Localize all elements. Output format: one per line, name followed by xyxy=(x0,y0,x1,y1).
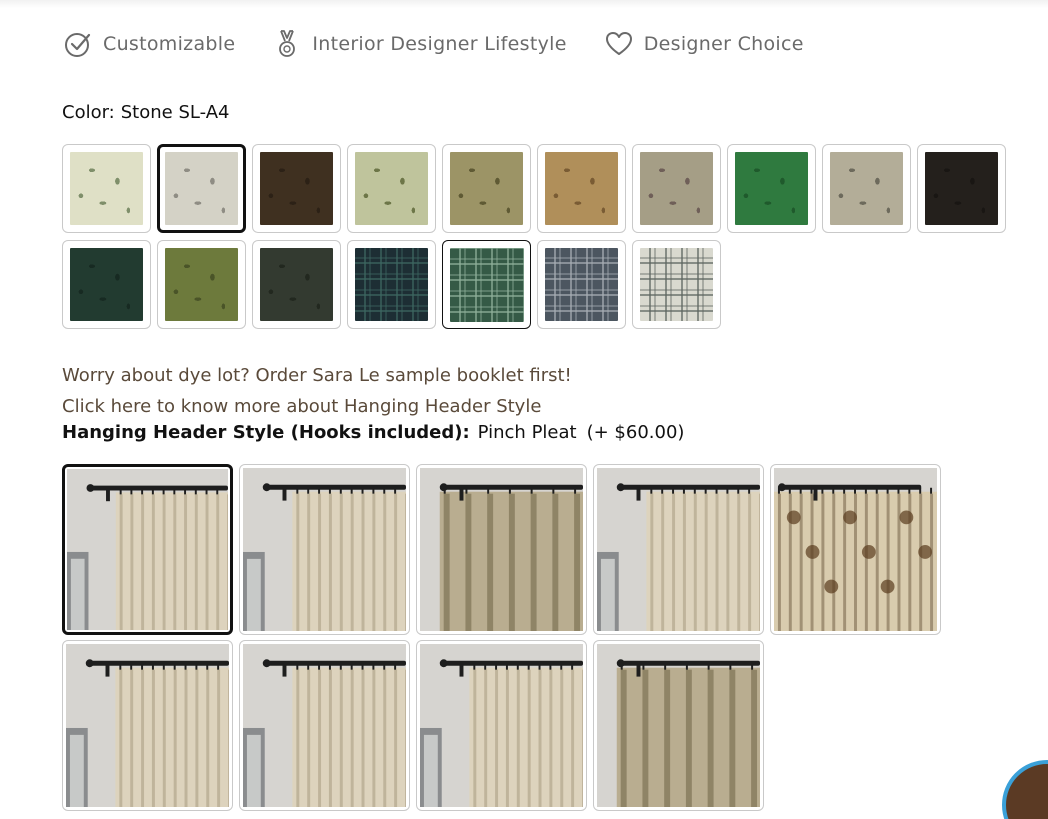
color-swatch[interactable] xyxy=(157,144,246,233)
feature-customizable: Customizable xyxy=(62,28,235,60)
color-swatch[interactable] xyxy=(822,144,911,233)
color-swatch[interactable] xyxy=(62,144,151,233)
curtain-preview-image xyxy=(67,469,228,630)
check-circle-icon xyxy=(62,28,94,60)
color-selection-label: Color: Stone SL-A4 xyxy=(62,102,229,123)
header-style-option[interactable] xyxy=(62,464,233,635)
fabric-sample xyxy=(640,152,713,225)
color-swatch[interactable] xyxy=(537,240,626,329)
color-swatch[interactable] xyxy=(917,144,1006,233)
header-style-option[interactable] xyxy=(770,464,941,635)
header-style-option[interactable] xyxy=(239,640,410,811)
header-style-option[interactable] xyxy=(239,464,410,635)
color-swatch[interactable] xyxy=(252,240,341,329)
fabric-sample xyxy=(545,152,618,225)
fabric-sample xyxy=(165,248,238,321)
feature-badges: Customizable Interior Designer Lifestyle… xyxy=(62,28,840,60)
header-style-selection-label: Hanging Header Style (Hooks included): Pi… xyxy=(62,422,684,443)
feature-label: Designer Choice xyxy=(643,33,804,55)
curtain-preview-image xyxy=(597,644,760,807)
color-swatch[interactable] xyxy=(347,240,436,329)
color-swatch[interactable] xyxy=(62,240,151,329)
curtain-preview-image xyxy=(420,468,583,631)
color-swatch[interactable] xyxy=(442,144,531,233)
header-style-option[interactable] xyxy=(416,640,587,811)
fabric-sample xyxy=(355,152,428,225)
fabric-sample xyxy=(545,248,618,321)
curtain-preview-image xyxy=(420,644,583,807)
curtain-preview-image xyxy=(243,468,406,631)
header-style-info-link[interactable]: Click here to know more about Hanging He… xyxy=(62,396,541,417)
fabric-sample xyxy=(355,248,428,321)
fabric-sample xyxy=(70,152,143,225)
curtain-preview-image xyxy=(597,468,760,631)
fabric-sample xyxy=(449,247,524,322)
color-swatch[interactable] xyxy=(537,144,626,233)
curtain-preview-image xyxy=(66,644,229,807)
fabric-sample xyxy=(640,248,713,321)
feature-designer-choice: Designer Choice xyxy=(603,28,804,60)
header-style-value: Pinch Pleat xyxy=(477,422,577,443)
feature-designer-lifestyle: Interior Designer Lifestyle xyxy=(271,28,566,60)
header-style-option[interactable] xyxy=(593,640,764,811)
medal-icon xyxy=(271,28,303,60)
color-swatch[interactable] xyxy=(632,240,721,329)
fabric-sample xyxy=(70,248,143,321)
chat-widget-button[interactable] xyxy=(1002,760,1048,819)
color-swatch[interactable] xyxy=(632,144,721,233)
sample-booklet-link[interactable]: Worry about dye lot? Order Sara Le sampl… xyxy=(62,365,572,386)
color-label: Color: xyxy=(62,102,115,123)
color-swatch[interactable] xyxy=(347,144,436,233)
header-style-option[interactable] xyxy=(416,464,587,635)
fabric-sample xyxy=(925,152,998,225)
color-swatch[interactable] xyxy=(727,144,816,233)
fabric-sample xyxy=(260,248,333,321)
header-style-price: (+ $60.00) xyxy=(586,422,685,443)
fabric-sample xyxy=(830,152,903,225)
feature-label: Interior Designer Lifestyle xyxy=(312,33,567,55)
curtain-preview-image xyxy=(774,468,937,631)
color-swatch[interactable] xyxy=(442,240,531,329)
header-style-option[interactable] xyxy=(593,464,764,635)
feature-label: Customizable xyxy=(103,33,236,55)
color-swatch[interactable] xyxy=(157,240,246,329)
fabric-sample xyxy=(735,152,808,225)
header-style-label: Hanging Header Style (Hooks included): xyxy=(62,422,470,443)
header-style-option[interactable] xyxy=(62,640,233,811)
fabric-sample xyxy=(165,152,238,225)
curtain-preview-image xyxy=(243,644,406,807)
color-value: Stone SL-A4 xyxy=(120,102,230,123)
color-swatch[interactable] xyxy=(252,144,341,233)
fabric-sample xyxy=(450,152,523,225)
fabric-sample xyxy=(260,152,333,225)
heart-icon xyxy=(603,28,635,60)
top-edge xyxy=(0,0,1048,8)
